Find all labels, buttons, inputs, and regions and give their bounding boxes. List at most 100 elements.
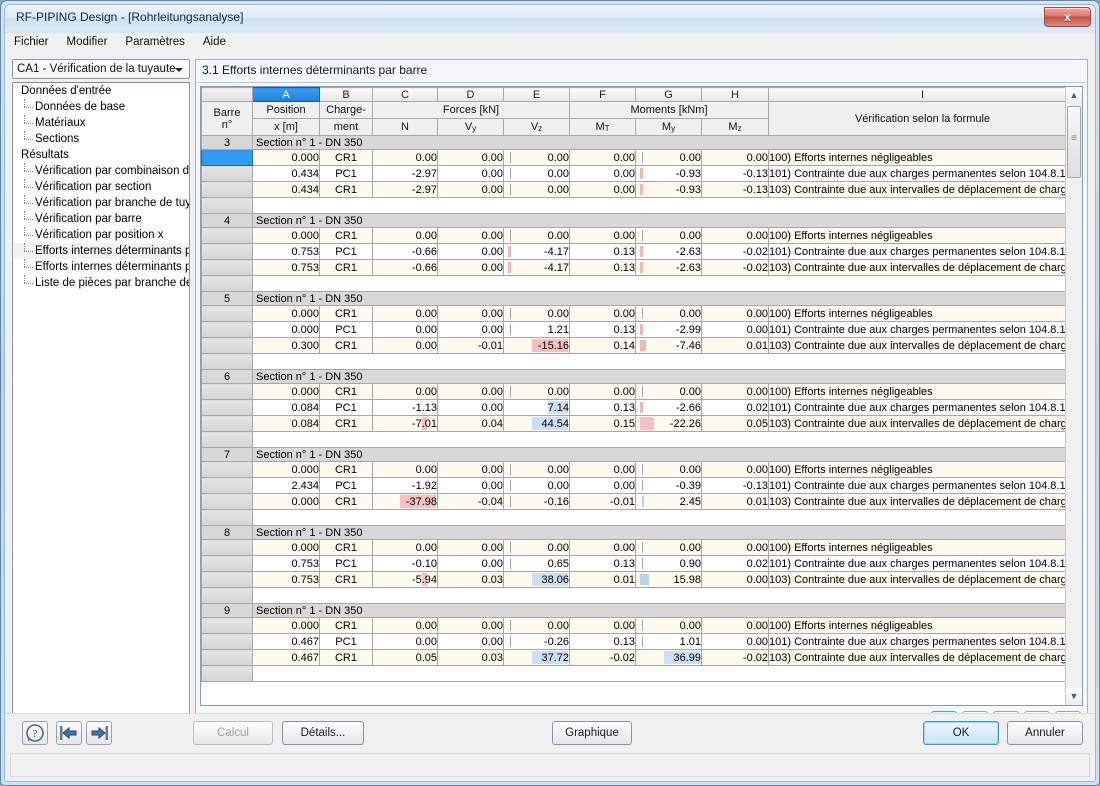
cell-My[interactable]: -2.63 <box>635 243 702 260</box>
cell-N[interactable]: 0.00 <box>372 227 438 244</box>
row-selector-cell[interactable] <box>201 165 253 182</box>
cell-MT[interactable]: -0.02 <box>569 649 636 666</box>
table-row[interactable]: 0.000 CR1 0.00 0.00 0.00 0.00 0.00 0.00 100) Eff… <box>201 227 1065 244</box>
cell-x[interactable]: 0.434 <box>252 181 320 198</box>
cell-N[interactable]: 0.05 <box>372 649 438 666</box>
menu-item-fichier[interactable]: Fichier <box>5 33 58 51</box>
cell-Mz[interactable]: 0.00 <box>701 305 769 322</box>
close-button[interactable]: x <box>1044 7 1091 27</box>
barre-number[interactable]: 4 <box>201 213 253 228</box>
cell-verification-formula[interactable]: 101) Contrainte due aux charges permanen… <box>768 633 1065 650</box>
row-selector-cell[interactable] <box>201 633 253 650</box>
cell-My[interactable]: -2.66 <box>635 399 702 416</box>
cell-My[interactable]: 0.00 <box>635 539 702 556</box>
table-row[interactable]: 0.000 PC1 0.00 0.00 1.21 0.13 -2.99 0.00 101) Co… <box>201 321 1065 338</box>
cell-x[interactable]: 0.084 <box>252 415 320 432</box>
cell-verification-formula[interactable]: 103) Contrainte due aux intervalles de d… <box>768 181 1065 198</box>
cell-chargement[interactable]: CR1 <box>319 259 373 276</box>
cell-Vy[interactable]: 0.03 <box>437 649 504 666</box>
menu-item-modifier[interactable]: Modifier <box>58 33 117 51</box>
table-row[interactable]: 0.000 CR1 0.00 0.00 0.00 0.00 0.00 0.00 100) Eff… <box>201 149 1065 166</box>
cell-Mz[interactable]: 0.00 <box>701 571 769 588</box>
cell-x[interactable]: 0.000 <box>252 227 320 244</box>
calcul-button[interactable]: Calcul <box>193 721 273 745</box>
cell-verification-formula[interactable]: 101) Contrainte due aux charges permanen… <box>768 321 1065 338</box>
menu-item-aide[interactable]: Aide <box>194 33 235 51</box>
cell-verification-formula[interactable]: 103) Contrainte due aux intervalles de d… <box>768 493 1065 510</box>
cell-Vz[interactable]: 0.00 <box>503 165 570 182</box>
cell-chargement[interactable]: CR1 <box>319 493 373 510</box>
tree-item-4[interactable]: Résultats <box>13 147 189 163</box>
cell-MT[interactable]: 0.00 <box>569 383 636 400</box>
cell-Vy[interactable]: -0.04 <box>437 493 504 510</box>
cell-N[interactable]: -2.97 <box>372 165 438 182</box>
row-selector-cell[interactable] <box>201 197 253 214</box>
cell-chargement[interactable]: CR1 <box>319 149 373 166</box>
cell-MT[interactable]: 0.00 <box>569 305 636 322</box>
barre-number[interactable]: 3 <box>201 135 253 150</box>
cell-Mz[interactable]: -0.13 <box>701 165 769 182</box>
cell-x[interactable]: 0.434 <box>252 165 320 182</box>
row-selector-cell[interactable] <box>201 353 253 370</box>
cell-verification-formula[interactable]: 100) Efforts internes négligeables <box>768 461 1065 478</box>
table-row[interactable]: 0.753 CR1 -5.94 0.03 38.06 0.01 15.98 0.00 103) … <box>201 571 1065 588</box>
cell-Mz[interactable]: 0.00 <box>701 461 769 478</box>
table-row[interactable]: 0.300 CR1 0.00 -0.01 -15.16 0.14 -7.46 0.01 103)… <box>201 337 1065 354</box>
cell-Vz[interactable]: 0.00 <box>503 617 570 634</box>
cell-x[interactable]: 0.000 <box>252 321 320 338</box>
cell-chargement[interactable]: CR1 <box>319 617 373 634</box>
cell-chargement[interactable]: PC1 <box>319 243 373 260</box>
cell-chargement[interactable]: CR1 <box>319 415 373 432</box>
cell-Vz[interactable]: 0.00 <box>503 477 570 494</box>
column-header-A[interactable]: A <box>252 87 320 102</box>
cell-My[interactable]: -2.99 <box>635 321 702 338</box>
cell-verification-formula[interactable]: 101) Contrainte due aux charges permanen… <box>768 477 1065 494</box>
row-selector-cell[interactable] <box>201 431 253 448</box>
cell-MT[interactable]: 0.15 <box>569 415 636 432</box>
cell-verification-formula[interactable]: 103) Contrainte due aux intervalles de d… <box>768 571 1065 588</box>
cell-N[interactable]: 0.00 <box>372 321 438 338</box>
scroll-down-arrow-icon[interactable]: ▼ <box>1066 688 1082 705</box>
cell-verification-formula[interactable]: 103) Contrainte due aux intervalles de d… <box>768 259 1065 276</box>
tree-item-3[interactable]: Sections <box>13 131 189 147</box>
cell-x[interactable]: 0.300 <box>252 337 320 354</box>
cell-chargement[interactable]: PC1 <box>319 321 373 338</box>
cell-x[interactable]: 0.753 <box>252 555 320 572</box>
cell-N[interactable]: 0.00 <box>372 617 438 634</box>
cell-MT[interactable]: 0.13 <box>569 259 636 276</box>
cell-My[interactable]: 0.00 <box>635 617 702 634</box>
row-selector-cell[interactable] <box>201 649 253 666</box>
cell-My[interactable]: 1.01 <box>635 633 702 650</box>
cell-verification-formula[interactable]: 103) Contrainte due aux intervalles de d… <box>768 337 1065 354</box>
row-selector-cell[interactable] <box>201 539 253 556</box>
cell-Mz[interactable]: -0.02 <box>701 649 769 666</box>
cell-MT[interactable]: 0.13 <box>569 321 636 338</box>
cell-MT[interactable]: 0.00 <box>569 227 636 244</box>
cell-N[interactable]: 0.00 <box>372 337 438 354</box>
cell-MT[interactable]: 0.00 <box>569 165 636 182</box>
cell-Mz[interactable]: -0.02 <box>701 243 769 260</box>
grid-vertical-scrollbar[interactable]: ▲ ▼ <box>1065 87 1082 705</box>
column-header-G[interactable]: G <box>635 87 702 102</box>
cell-Mz[interactable]: 0.00 <box>701 149 769 166</box>
cell-MT[interactable]: -0.01 <box>569 493 636 510</box>
cell-x[interactable]: 0.000 <box>252 383 320 400</box>
cell-verification-formula[interactable]: 100) Efforts internes négligeables <box>768 539 1065 556</box>
cell-Vz[interactable]: 0.00 <box>503 227 570 244</box>
tree-item-11[interactable]: Efforts internes déterminants p <box>13 259 189 275</box>
cell-N[interactable]: -7.01 <box>372 415 438 432</box>
cell-My[interactable]: 0.00 <box>635 383 702 400</box>
cell-N[interactable]: 0.00 <box>372 461 438 478</box>
row-selector-cell[interactable] <box>201 509 253 526</box>
cell-MT[interactable]: 0.13 <box>569 399 636 416</box>
cell-verification-formula[interactable]: 101) Contrainte due aux charges permanen… <box>768 399 1065 416</box>
row-selector-cell[interactable] <box>201 305 253 322</box>
cell-Vz[interactable]: 37.72 <box>503 649 570 666</box>
tree-item-9[interactable]: Vérification par position x <box>13 227 189 243</box>
cell-Vz[interactable]: -4.17 <box>503 243 570 260</box>
cell-Mz[interactable]: -0.02 <box>701 259 769 276</box>
row-selector-cell[interactable] <box>201 665 253 682</box>
cell-x[interactable]: 0.000 <box>252 305 320 322</box>
cell-Vy[interactable]: 0.00 <box>437 149 504 166</box>
tree-item-10[interactable]: Efforts internes déterminants p <box>13 243 189 259</box>
